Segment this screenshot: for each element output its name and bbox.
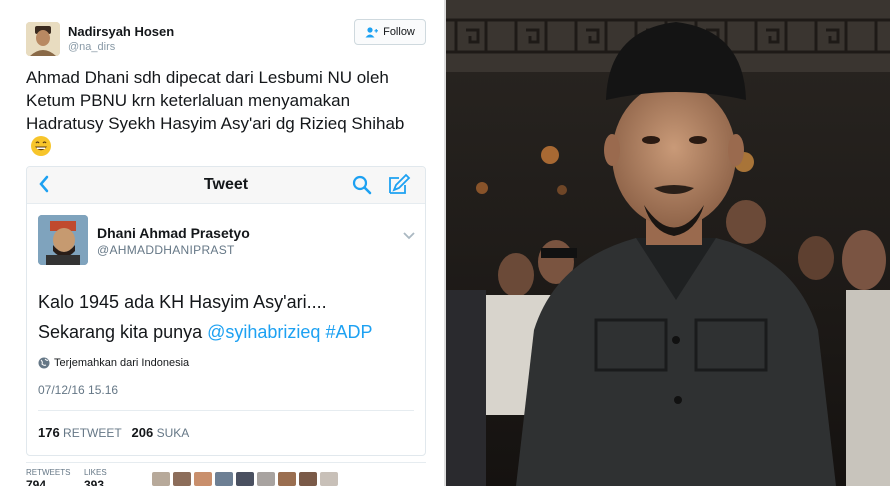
tweet-timestamp: 07/12/16 15.16	[38, 383, 119, 397]
mention-link[interactable]: @syihabrizieq	[207, 322, 320, 342]
liker-avatar[interactable]	[236, 472, 254, 486]
liker-avatar[interactable]	[152, 472, 170, 486]
tweet-body: Ahmad Dhani sdh dipecat dari Lesbumi NU …	[26, 68, 405, 133]
search-icon[interactable]	[351, 174, 373, 201]
author-handle[interactable]: @na_dirs	[68, 41, 115, 53]
liker-avatar[interactable]	[299, 472, 317, 486]
retweet-label: RETWEET	[63, 426, 122, 440]
embedded-author-handle[interactable]: @AHMADDHANIPRAST	[97, 243, 235, 257]
grinning-face-emoji-icon	[30, 135, 52, 163]
like-count[interactable]: 206	[132, 425, 154, 440]
translate-link[interactable]: Terjemahkan dari Indonesia	[38, 357, 189, 369]
footer-divider	[26, 462, 426, 463]
liker-avatar[interactable]	[257, 472, 275, 486]
embedded-tweet-line1: Kalo 1945 ada KH Hasyim Asy'ari....	[38, 292, 327, 312]
embedded-author-name[interactable]: Dhani Ahmad Prasetyo	[97, 225, 250, 241]
engagement-stats: 176 RETWEET 206 SUKA	[38, 425, 189, 440]
compose-icon[interactable]	[387, 173, 411, 202]
chevron-down-icon[interactable]	[403, 227, 415, 245]
divider	[38, 410, 414, 411]
tweet-panel: Nadirsyah Hosen @na_dirs Follow Ahmad Dh…	[0, 0, 444, 486]
liker-avatars	[152, 472, 338, 486]
retweet-count[interactable]: 176	[38, 425, 60, 440]
retweets-count[interactable]: 794	[26, 478, 46, 486]
embedded-author-avatar[interactable]	[38, 215, 88, 265]
nav-bar: Tweet	[27, 167, 425, 204]
like-label: SUKA	[156, 426, 190, 440]
liker-avatar[interactable]	[215, 472, 233, 486]
liker-avatar[interactable]	[320, 472, 338, 486]
author-name[interactable]: Nadirsyah Hosen	[68, 24, 174, 39]
line2-prefix: Sekarang kita punya	[38, 322, 208, 342]
globe-icon	[38, 357, 50, 369]
liker-avatar[interactable]	[173, 472, 191, 486]
portrait-photo	[446, 0, 890, 486]
hashtag-link[interactable]: #ADP	[325, 322, 372, 342]
embedded-tweet-text: Kalo 1945 ada KH Hasyim Asy'ari.... Seka…	[38, 287, 418, 347]
retweets-label: RETWEETS	[26, 468, 71, 477]
follow-button[interactable]: Follow	[354, 19, 426, 45]
author-avatar[interactable]	[26, 22, 60, 56]
tweet-text: Ahmad Dhani sdh dipecat dari Lesbumi NU …	[26, 66, 426, 163]
embedded-tweet-line2: Sekarang kita punya @syihabrizieq #ADP	[38, 317, 418, 347]
likes-label: LIKES	[84, 468, 107, 477]
embedded-tweet-screenshot: Tweet Dhani Ahmad Prasetyo @AHMADDHANIPR…	[26, 166, 426, 456]
translate-label: Terjemahkan dari Indonesia	[54, 357, 190, 369]
follow-label: Follow	[383, 26, 415, 38]
add-user-icon	[365, 26, 379, 37]
liker-avatar[interactable]	[278, 472, 296, 486]
liker-avatar[interactable]	[194, 472, 212, 486]
likes-count[interactable]: 393	[84, 478, 104, 486]
